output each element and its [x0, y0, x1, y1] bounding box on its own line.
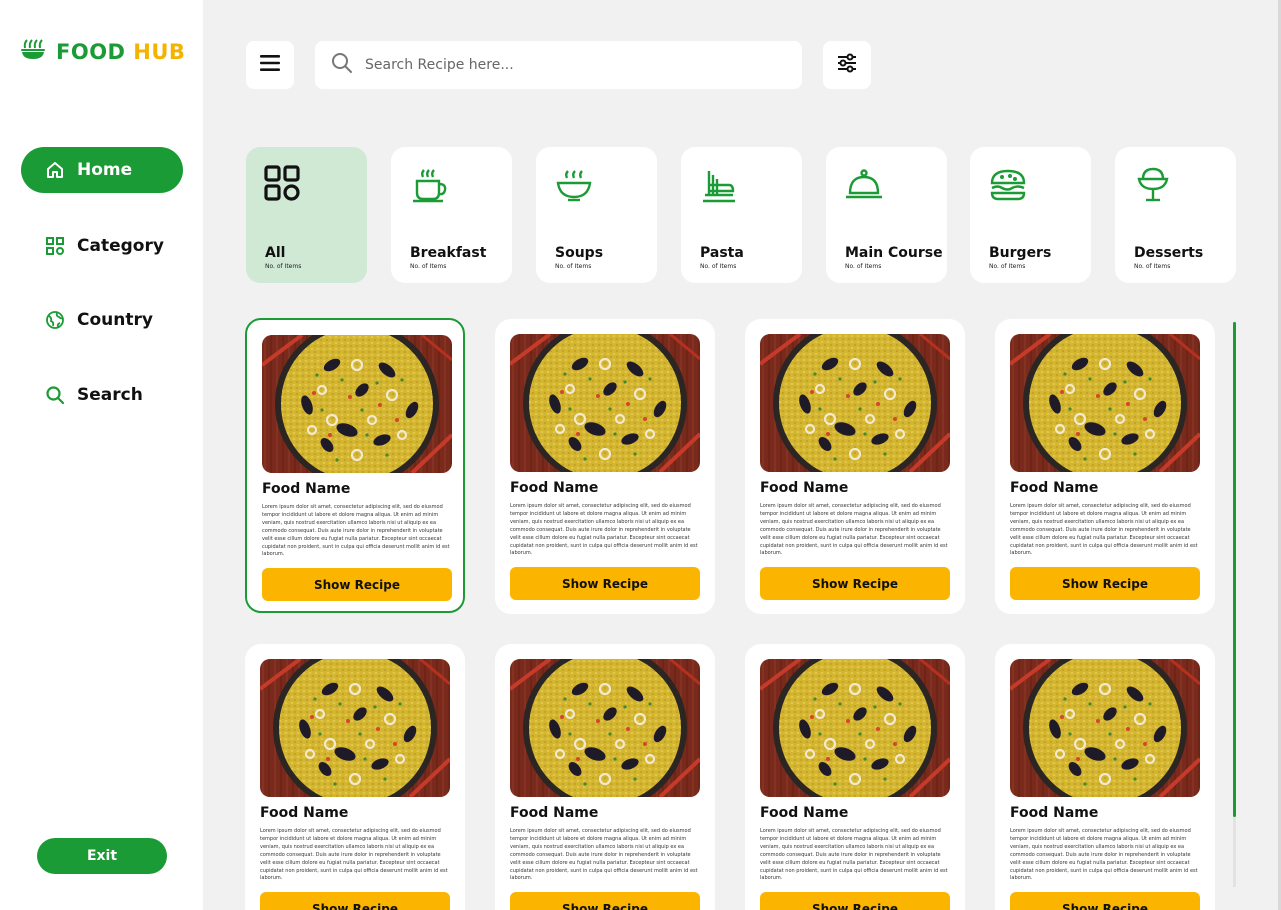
category-all[interactable]: All No. of Items — [246, 147, 367, 283]
food-card[interactable]: Food Name Lorem ipsum dolor sit amet, co… — [245, 644, 465, 910]
food-description: Lorem ipsum dolor sit amet, consectetur … — [760, 503, 948, 557]
food-name: Food Name — [260, 805, 349, 821]
nav-category[interactable]: Category — [21, 223, 183, 269]
sidebar: FOOD HUB Home Category Country Search Ex… — [0, 0, 203, 910]
food-name: Food Name — [760, 480, 849, 496]
food-image — [510, 334, 700, 472]
hamburger-menu-icon — [259, 54, 281, 76]
category-soups[interactable]: Soups No. of Items — [536, 147, 657, 283]
food-name: Food Name — [510, 805, 599, 821]
nav-category-label: Category — [77, 236, 164, 256]
category-count: No. of Items — [410, 263, 447, 270]
food-card[interactable]: Food Name Lorem ipsum dolor sit amet, co… — [495, 319, 715, 614]
category-name: All — [265, 245, 286, 261]
food-description: Lorem ipsum dolor sit amet, consectetur … — [760, 828, 948, 882]
category-name: Pasta — [700, 245, 744, 261]
show-recipe-button[interactable]: Show Recipe — [760, 567, 950, 600]
category-name: Burgers — [989, 245, 1052, 261]
soup-bowl-icon — [554, 165, 594, 205]
burger-icon — [988, 165, 1028, 205]
search-icon — [331, 52, 353, 78]
food-card[interactable]: Food Name Lorem ipsum dolor sit amet, co… — [745, 319, 965, 614]
category-count: No. of Items — [700, 263, 737, 270]
home-icon — [45, 160, 65, 180]
nav-search-label: Search — [77, 385, 143, 405]
grid-icon — [264, 165, 304, 205]
brand-name-part1: FOOD — [56, 40, 126, 64]
menu-button[interactable] — [246, 41, 294, 89]
search-bar — [315, 41, 802, 89]
food-card[interactable]: Food Name Lorem ipsum dolor sit amet, co… — [745, 644, 965, 910]
scrollbar-thumb[interactable] — [1233, 322, 1236, 817]
category-count: No. of Items — [989, 263, 1026, 270]
food-description: Lorem ipsum dolor sit amet, consectetur … — [260, 828, 448, 882]
show-recipe-button[interactable]: Show Recipe — [510, 892, 700, 910]
show-recipe-button[interactable]: Show Recipe — [510, 567, 700, 600]
nav-home[interactable]: Home — [21, 147, 183, 193]
food-description: Lorem ipsum dolor sit amet, consectetur … — [262, 504, 450, 558]
grid-icon — [45, 236, 65, 256]
category-name: Main Course — [845, 245, 943, 261]
food-name: Food Name — [1010, 480, 1099, 496]
food-image — [1010, 659, 1200, 797]
food-image — [260, 659, 450, 797]
category-main-course[interactable]: Main Course No. of Items — [826, 147, 947, 283]
food-image — [510, 659, 700, 797]
category-desserts[interactable]: Desserts No. of Items — [1115, 147, 1236, 283]
brand-name-part2: HUB — [133, 40, 186, 64]
food-description: Lorem ipsum dolor sit amet, consectetur … — [1010, 828, 1198, 882]
food-image — [262, 335, 452, 473]
exit-button[interactable]: Exit — [37, 838, 167, 874]
nav-country-label: Country — [77, 310, 153, 330]
food-name: Food Name — [760, 805, 849, 821]
nav-home-label: Home — [77, 160, 133, 180]
show-recipe-button[interactable]: Show Recipe — [1010, 892, 1200, 910]
nav-country[interactable]: Country — [21, 297, 183, 343]
food-image — [760, 334, 950, 472]
food-name: Food Name — [510, 480, 599, 496]
globe-icon — [45, 310, 65, 330]
food-description: Lorem ipsum dolor sit amet, consectetur … — [510, 828, 698, 882]
show-recipe-button[interactable]: Show Recipe — [260, 892, 450, 910]
category-count: No. of Items — [265, 263, 302, 270]
brand-logo[interactable]: FOOD HUB — [20, 38, 185, 66]
food-card[interactable]: Food Name Lorem ipsum dolor sit amet, co… — [995, 319, 1215, 614]
food-name: Food Name — [262, 481, 351, 497]
food-card[interactable]: Food Name Lorem ipsum dolor sit amet, co… — [495, 644, 715, 910]
search-input[interactable] — [365, 57, 745, 73]
category-count: No. of Items — [1134, 263, 1171, 270]
category-pasta[interactable]: Pasta No. of Items — [681, 147, 802, 283]
food-card[interactable]: Food Name Lorem ipsum dolor sit amet, co… — [995, 644, 1215, 910]
show-recipe-button[interactable]: Show Recipe — [262, 568, 452, 601]
show-recipe-button[interactable]: Show Recipe — [760, 892, 950, 910]
food-description: Lorem ipsum dolor sit amet, consectetur … — [1010, 503, 1198, 557]
search-icon — [45, 385, 65, 405]
pasta-icon — [699, 165, 739, 205]
ice-cream-icon — [1133, 165, 1173, 205]
food-image — [1010, 334, 1200, 472]
filter-sliders-icon — [836, 52, 858, 78]
food-image — [760, 659, 950, 797]
cloche-icon — [844, 165, 884, 205]
category-breakfast[interactable]: Breakfast No. of Items — [391, 147, 512, 283]
category-burgers[interactable]: Burgers No. of Items — [970, 147, 1091, 283]
food-card[interactable]: Food Name Lorem ipsum dolor sit amet, co… — [245, 318, 465, 613]
category-count: No. of Items — [555, 263, 592, 270]
show-recipe-button[interactable]: Show Recipe — [1010, 567, 1200, 600]
category-name: Soups — [555, 245, 604, 261]
filter-button[interactable] — [823, 41, 871, 89]
food-description: Lorem ipsum dolor sit amet, consectetur … — [510, 503, 698, 557]
coffee-cup-icon — [409, 165, 449, 205]
nav-search[interactable]: Search — [21, 372, 183, 418]
food-name: Food Name — [1010, 805, 1099, 821]
category-name: Breakfast — [410, 245, 487, 261]
category-name: Desserts — [1134, 245, 1204, 261]
category-count: No. of Items — [845, 263, 882, 270]
food-tray-icon — [20, 38, 46, 66]
